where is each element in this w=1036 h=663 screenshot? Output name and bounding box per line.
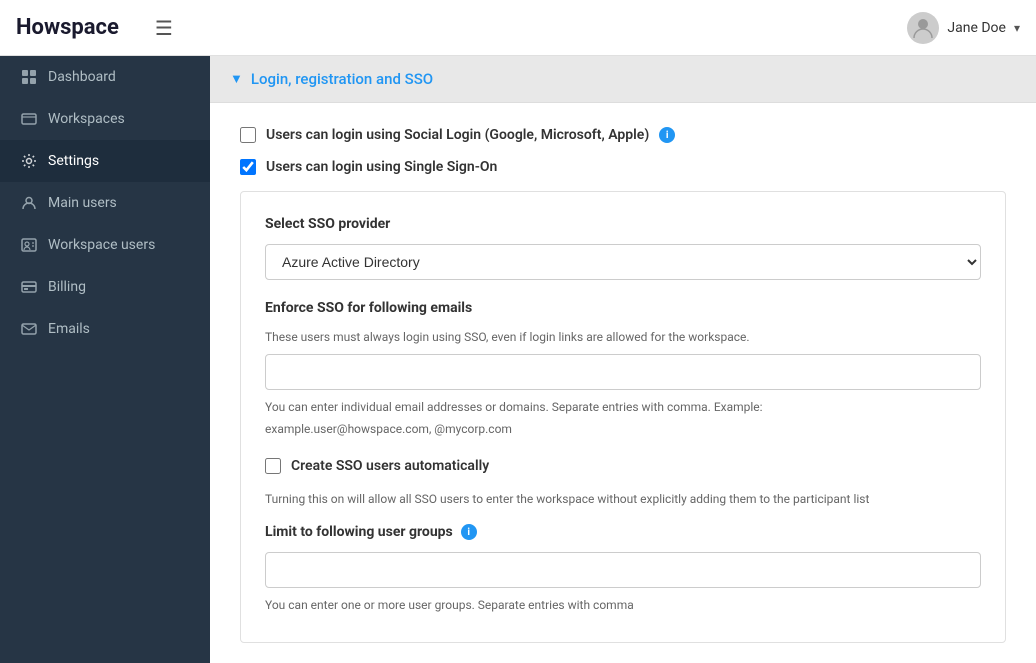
section-toggle-icon[interactable]: ▼ bbox=[230, 71, 243, 87]
sidebar-dashboard-label: Dashboard bbox=[48, 69, 116, 85]
sso-row: Users can login using Single Sign-On bbox=[240, 159, 1006, 175]
sidebar-workspaces-label: Workspaces bbox=[48, 111, 125, 127]
settings-icon bbox=[20, 152, 38, 170]
sidebar-item-emails[interactable]: Emails bbox=[0, 308, 210, 350]
auto-create-checkbox[interactable] bbox=[265, 458, 281, 474]
billing-icon bbox=[20, 278, 38, 296]
social-login-checkbox[interactable] bbox=[240, 127, 256, 143]
section-header: ▼ Login, registration and SSO bbox=[210, 56, 1036, 103]
header: Howspace ☰ Jane Doe ▾ bbox=[0, 0, 1036, 56]
social-login-info-icon[interactable]: i bbox=[659, 127, 675, 143]
sidebar-item-main-users[interactable]: Main users bbox=[0, 182, 210, 224]
sso-label[interactable]: Users can login using Single Sign-On bbox=[266, 159, 497, 175]
section-title: Login, registration and SSO bbox=[251, 70, 433, 88]
dashboard-icon bbox=[20, 68, 38, 86]
auto-create-label[interactable]: Create SSO users automatically bbox=[291, 458, 489, 474]
sidebar-billing-label: Billing bbox=[48, 279, 86, 295]
provider-label: Select SSO provider bbox=[265, 216, 981, 232]
limit-hint: You can enter one or more user groups. S… bbox=[265, 596, 981, 614]
enforce-emails-input[interactable] bbox=[265, 354, 981, 390]
sidebar-workspace-users-label: Workspace users bbox=[48, 237, 155, 253]
sso-provider-select[interactable]: Azure Active Directory Google Okta Other bbox=[265, 244, 981, 280]
user-menu[interactable]: Jane Doe ▾ bbox=[907, 12, 1020, 44]
sidebar-emails-label: Emails bbox=[48, 321, 90, 337]
workspace-users-icon bbox=[20, 236, 38, 254]
emails-icon bbox=[20, 320, 38, 338]
logo: Howspace bbox=[16, 15, 119, 40]
sso-checkbox[interactable] bbox=[240, 159, 256, 175]
enforce-description: These users must always login using SSO,… bbox=[265, 328, 981, 346]
limit-label: Limit to following user groups bbox=[265, 524, 453, 540]
avatar bbox=[907, 12, 939, 44]
sidebar-settings-label: Settings bbox=[48, 153, 99, 169]
main-users-icon bbox=[20, 194, 38, 212]
sso-settings-box: Select SSO provider Azure Active Directo… bbox=[240, 191, 1006, 643]
sidebar-item-dashboard[interactable]: Dashboard bbox=[0, 56, 210, 98]
sidebar-main-users-label: Main users bbox=[48, 195, 117, 211]
layout: Dashboard Workspaces Settings bbox=[0, 56, 1036, 663]
content-area: Users can login using Social Login (Goog… bbox=[210, 103, 1036, 663]
hamburger-button[interactable]: ☰ bbox=[155, 16, 173, 40]
auto-create-description: Turning this on will allow all SSO users… bbox=[265, 490, 981, 508]
limit-groups-input[interactable] bbox=[265, 552, 981, 588]
enforce-hint-1: You can enter individual email addresses… bbox=[265, 398, 981, 416]
sidebar: Dashboard Workspaces Settings bbox=[0, 56, 210, 663]
workspaces-icon bbox=[20, 110, 38, 128]
user-menu-arrow-icon: ▾ bbox=[1014, 21, 1020, 35]
header-left: Howspace ☰ bbox=[16, 15, 173, 40]
sidebar-item-workspace-users[interactable]: Workspace users bbox=[0, 224, 210, 266]
enforce-hint-2: example.user@howspace.com, @mycorp.com bbox=[265, 420, 981, 438]
social-login-label[interactable]: Users can login using Social Login (Goog… bbox=[266, 127, 649, 143]
user-name-label: Jane Doe bbox=[947, 20, 1006, 36]
social-login-row: Users can login using Social Login (Goog… bbox=[240, 127, 1006, 143]
enforce-label: Enforce SSO for following emails bbox=[265, 300, 981, 316]
sidebar-item-settings[interactable]: Settings bbox=[0, 140, 210, 182]
limit-label-row: Limit to following user groups i bbox=[265, 524, 981, 540]
sidebar-item-billing[interactable]: Billing bbox=[0, 266, 210, 308]
main-content: ▼ Login, registration and SSO Users can … bbox=[210, 56, 1036, 663]
limit-info-icon[interactable]: i bbox=[461, 524, 477, 540]
auto-create-row: Create SSO users automatically bbox=[265, 458, 981, 474]
sidebar-item-workspaces[interactable]: Workspaces bbox=[0, 98, 210, 140]
